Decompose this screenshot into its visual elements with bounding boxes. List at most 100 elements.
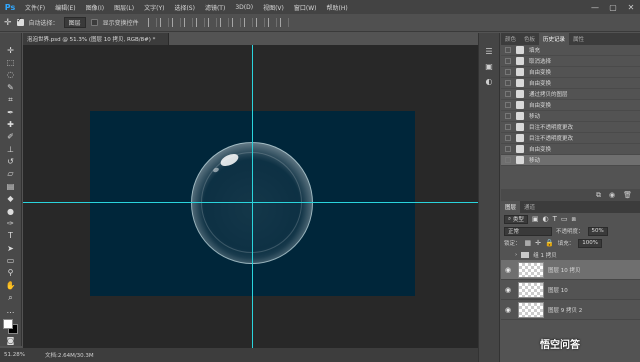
filter-type-icon[interactable]: T (553, 215, 557, 223)
visibility-eye-icon[interactable]: ◉ (505, 306, 514, 314)
gradient-tool-icon[interactable]: ▤ (4, 181, 18, 191)
more-tools-icon[interactable]: … (4, 305, 18, 315)
distribute-hcenter-icon[interactable] (267, 18, 277, 27)
history-item[interactable]: 取消选择 (501, 56, 640, 67)
snapshot-camera-icon[interactable]: ◉ (609, 191, 615, 199)
menu-image[interactable]: 图像(I) (81, 3, 109, 12)
history-panel-icon[interactable]: ☰ (485, 47, 492, 56)
align-top-icon[interactable] (147, 18, 157, 27)
lock-all-icon[interactable]: 🔒 (545, 239, 554, 247)
visibility-eye-icon[interactable]: ◉ (505, 286, 514, 294)
history-item[interactable]: 填充 (501, 45, 640, 56)
path-select-tool-icon[interactable]: ➤ (4, 243, 18, 253)
crop-tool-icon[interactable]: ⌗ (4, 95, 18, 105)
blur-tool-icon[interactable]: ◆ (4, 194, 18, 204)
shape-tool-icon[interactable]: ▭ (4, 255, 18, 265)
color-swatches[interactable] (2, 319, 19, 335)
layer-filter-dropdown[interactable]: ⌕ 类型 (504, 214, 528, 224)
quick-mask-icon[interactable]: ◙ (4, 336, 18, 346)
canvas-workspace[interactable] (23, 45, 478, 348)
zoom-tool-icon[interactable]: ⌕ (4, 293, 18, 303)
menu-edit[interactable]: 编辑(E) (50, 3, 80, 12)
align-right-icon[interactable] (207, 18, 217, 27)
close-button[interactable]: ✕ (622, 3, 640, 12)
history-item[interactable]: 自由变换 (501, 144, 640, 155)
pen-tool-icon[interactable]: ✑ (4, 218, 18, 228)
clone-stamp-tool-icon[interactable]: ⊥ (4, 144, 18, 154)
auto-select-checkbox[interactable] (16, 16, 24, 26)
group-expand-icon[interactable]: › (515, 252, 517, 258)
move-tool-icon[interactable]: ✛ (4, 45, 18, 55)
tab-swatches[interactable]: 色板 (520, 33, 539, 45)
history-item[interactable]: 自由变换 (501, 67, 640, 78)
menu-window[interactable]: 窗口(W) (289, 3, 322, 12)
brush-tool-icon[interactable]: ✐ (4, 132, 18, 142)
align-vcenter-icon[interactable] (159, 18, 169, 27)
properties-panel-icon[interactable]: ▣ (485, 62, 493, 71)
distribute-left-icon[interactable] (255, 18, 265, 27)
opacity-field[interactable]: 50% (587, 226, 608, 236)
show-transform-checkbox[interactable] (90, 19, 98, 26)
zoom-level[interactable]: 51.28% (4, 352, 25, 358)
layer-row[interactable]: ◉ 图层 9 拷贝 2 (501, 300, 640, 320)
visibility-eye-icon[interactable]: ◉ (505, 266, 514, 274)
marquee-tool-icon[interactable]: ⬚ (4, 57, 18, 67)
lock-position-icon[interactable]: ✛ (535, 239, 541, 247)
filter-smart-object-icon[interactable]: ⧈ (572, 215, 576, 224)
history-brush-tool-icon[interactable]: ↺ (4, 156, 18, 166)
lock-pixels-icon[interactable]: ▦ (525, 239, 532, 247)
distribute-bottom-icon[interactable] (243, 18, 253, 27)
history-item[interactable]: 自由变换 (501, 100, 640, 111)
hand-tool-icon[interactable]: ✋ (4, 280, 18, 290)
tab-channels[interactable]: 通道 (520, 201, 539, 213)
layer-row[interactable]: ◉ 图层 10 (501, 280, 640, 300)
quick-select-tool-icon[interactable]: ✎ (4, 82, 18, 92)
tab-color[interactable]: 颜色 (501, 33, 520, 45)
delete-state-icon[interactable]: 🗑 (623, 191, 632, 199)
history-item-selected[interactable]: 移动 (501, 155, 640, 166)
menu-select[interactable]: 选择(S) (169, 3, 200, 12)
history-item[interactable]: 目注不透明度更改 (501, 133, 640, 144)
filter-pixel-icon[interactable]: ▣ (532, 215, 539, 223)
menu-view[interactable]: 视图(V) (258, 3, 289, 12)
tab-history[interactable]: 历史记录 (539, 33, 570, 45)
lasso-tool-icon[interactable]: ◌ (4, 70, 18, 80)
align-bottom-icon[interactable] (171, 18, 181, 27)
align-left-icon[interactable] (183, 18, 193, 27)
adjustments-panel-icon[interactable]: ◐ (486, 77, 493, 86)
new-document-from-state-icon[interactable]: ⧉ (596, 191, 601, 200)
healing-brush-tool-icon[interactable]: ✚ (4, 119, 18, 129)
history-item[interactable]: 通过拷贝的图层 (501, 89, 640, 100)
document-tab[interactable]: 泡泡世界.psd @ 51.3% (图层 10 拷贝, RGB/8#) * (23, 33, 169, 45)
menu-type[interactable]: 文字(Y) (139, 3, 169, 12)
distribute-vcenter-icon[interactable] (231, 18, 241, 27)
filter-shape-icon[interactable]: ▭ (561, 215, 568, 223)
maximize-button[interactable]: ▢ (604, 3, 622, 12)
menu-layer[interactable]: 图层(L) (109, 3, 139, 12)
tab-layers[interactable]: 图层 (501, 201, 521, 213)
vertical-guide[interactable] (252, 45, 253, 348)
menu-filter[interactable]: 滤镜(T) (200, 3, 230, 12)
3d-tool-icon[interactable]: ⚲ (4, 268, 18, 278)
horizontal-guide[interactable] (23, 202, 478, 203)
align-hcenter-icon[interactable] (195, 18, 205, 27)
history-item[interactable]: 自由变换 (501, 78, 640, 89)
distribute-top-icon[interactable] (219, 18, 229, 27)
eraser-tool-icon[interactable]: ▱ (4, 169, 18, 179)
distribute-right-icon[interactable] (279, 18, 289, 27)
type-tool-icon[interactable]: T (4, 231, 18, 241)
fill-field[interactable]: 100% (578, 238, 602, 248)
blend-mode-dropdown[interactable]: 正常 (504, 226, 552, 236)
minimize-button[interactable]: — (586, 3, 604, 12)
foreground-color-swatch[interactable] (2, 319, 13, 330)
eyedropper-tool-icon[interactable]: ✒ (4, 107, 18, 117)
auto-select-dropdown[interactable]: 图层 (63, 17, 86, 28)
filter-adjustment-icon[interactable]: ◐ (542, 215, 548, 223)
menu-help[interactable]: 帮助(H) (322, 3, 353, 12)
menu-file[interactable]: 文件(F) (20, 3, 50, 12)
menu-3d[interactable]: 3D(D) (230, 4, 258, 11)
layer-row-selected[interactable]: ◉ 图层 10 拷贝 (501, 260, 640, 280)
history-item[interactable]: 移动 (501, 111, 640, 122)
layer-group-row[interactable]: › 组 1 拷贝 (501, 249, 640, 260)
tab-properties[interactable]: 属性 (569, 33, 588, 45)
